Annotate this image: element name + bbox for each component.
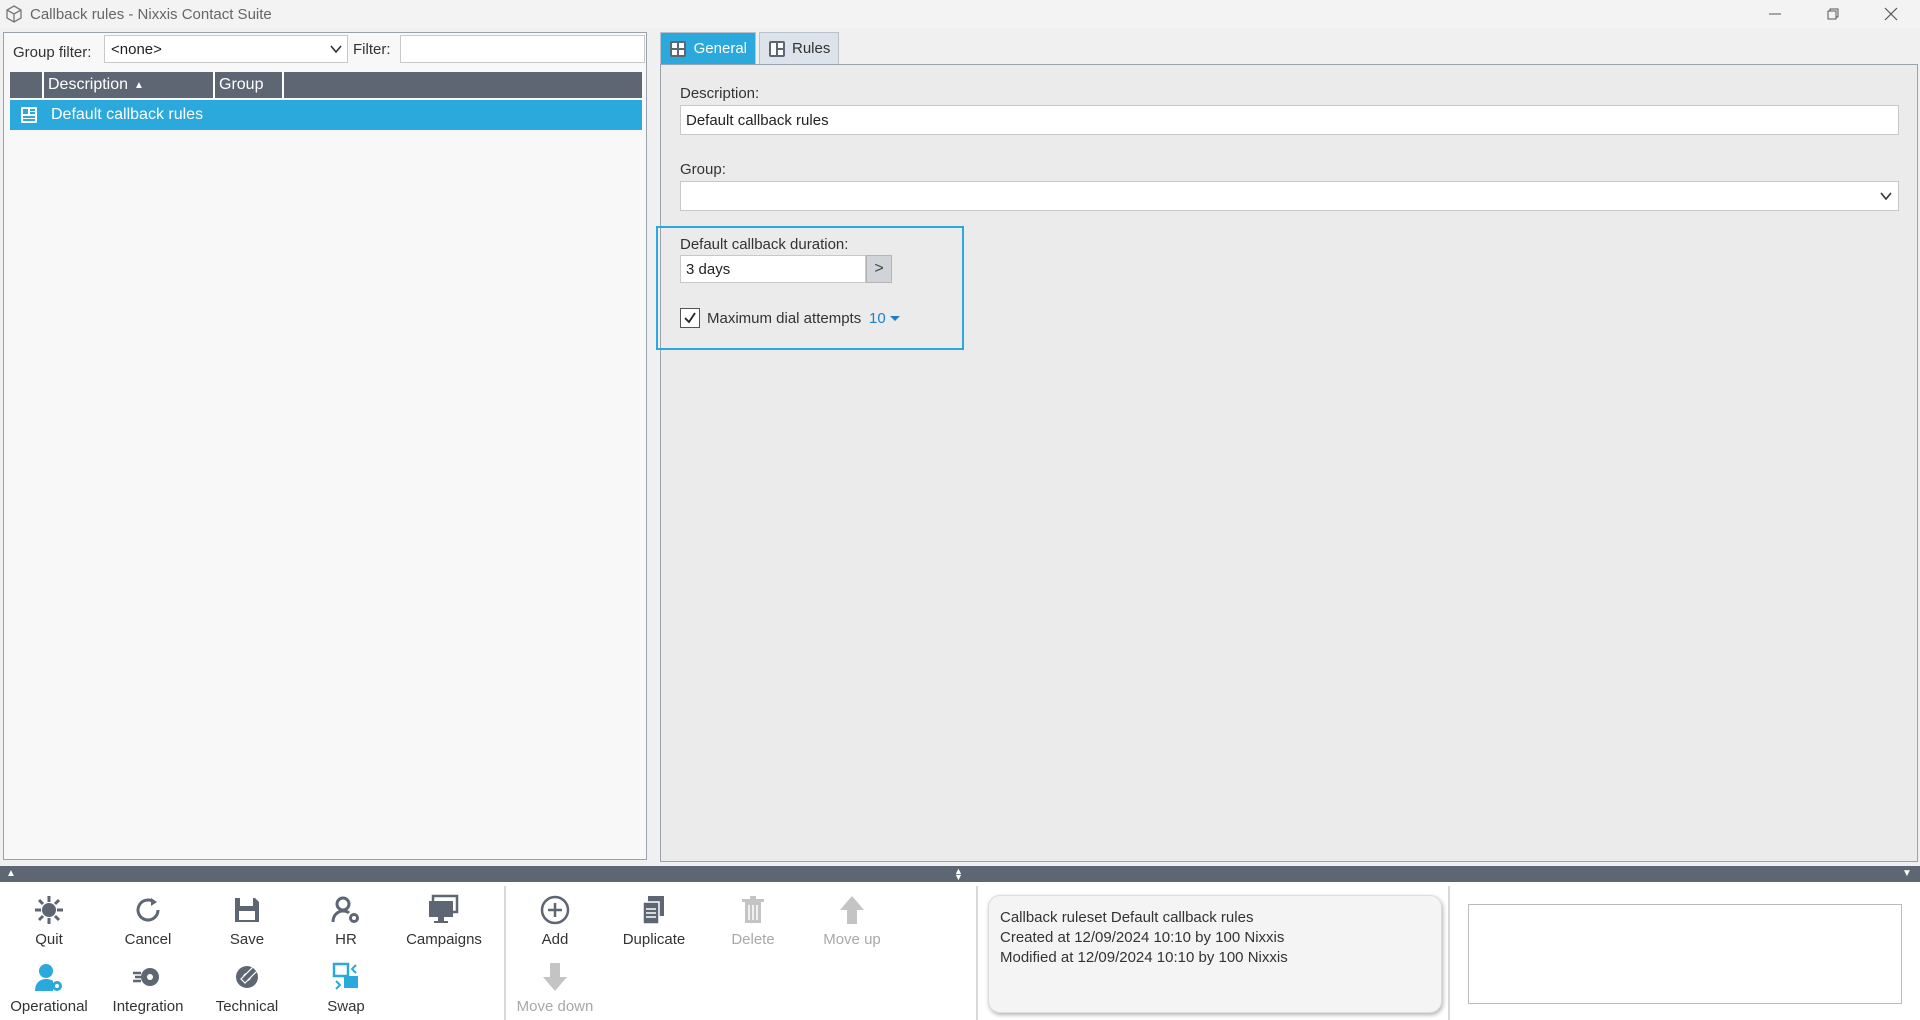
max-dial-attempts-dropdown[interactable]: 10 (869, 310, 900, 327)
tab-general-label: General (693, 40, 747, 57)
chevron-down-icon[interactable] (327, 40, 345, 58)
swap-icon (328, 959, 364, 994)
caret-down-icon (889, 316, 900, 321)
delete-button[interactable]: Delete (705, 884, 801, 948)
collapse-down-icon[interactable]: ▼ (1902, 868, 1912, 879)
quit-button[interactable]: Quit (1, 884, 97, 948)
restore-icon (1827, 8, 1839, 20)
max-dial-attempts-checkbox[interactable] (680, 308, 700, 328)
group-select[interactable] (680, 181, 1899, 211)
sort-ascending-icon: ▲ (134, 79, 144, 91)
swap-button[interactable]: Swap (298, 951, 394, 1015)
cancel-button[interactable]: Cancel (100, 884, 196, 948)
monitors-icon (426, 892, 462, 927)
table-row[interactable]: Default callback rules (10, 100, 642, 130)
wrench-gear-icon (229, 959, 265, 994)
duplicate-icon (636, 892, 672, 927)
operational-button[interactable]: Operational (1, 951, 97, 1015)
group-filter-label: Group filter: (13, 43, 92, 61)
tab-rules-label: Rules (792, 40, 831, 57)
integration-button[interactable]: Integration (100, 951, 196, 1015)
app-cube-icon (4, 4, 24, 24)
campaigns-button[interactable]: Campaigns (396, 884, 492, 948)
trash-icon (735, 892, 771, 927)
save-button[interactable]: Save (199, 884, 295, 948)
group-label: Group: (680, 161, 726, 178)
grid-header: Description ▲ Group (10, 72, 642, 98)
callback-rules-list-panel: Group filter: <none> Filter: Description… (3, 32, 647, 860)
info-modified: Modified at 12/09/2024 10:10 by 100 Nixx… (1000, 949, 1288, 966)
general-tab-panel: Description: Default callback rules Grou… (656, 64, 1918, 862)
minimize-icon (1769, 13, 1781, 15)
gear-arrows-icon (130, 959, 166, 994)
tab-rules[interactable]: Rules (759, 32, 839, 64)
description-field[interactable]: Default callback rules (680, 105, 1899, 135)
max-dial-attempts-value: 10 (869, 310, 886, 327)
general-tab-icon (669, 39, 688, 59)
rules-tab-icon (768, 39, 786, 59)
callback-duration-label: Default callback duration: (680, 236, 849, 253)
arrow-up-icon (834, 892, 870, 927)
floppy-disk-icon (229, 892, 265, 927)
close-button[interactable] (1862, 0, 1920, 28)
minimize-button[interactable] (1746, 0, 1804, 28)
technical-button[interactable]: Technical (199, 951, 295, 1015)
toolbar-separator (504, 886, 506, 1020)
description-label: Description: (680, 85, 760, 102)
duration-picker-button[interactable]: > (866, 255, 892, 283)
group-filter-value: <none> (111, 40, 162, 58)
column-header-icon[interactable] (10, 72, 44, 98)
move-down-button[interactable]: Move down (507, 951, 603, 1015)
toolbar-separator (976, 886, 978, 1020)
tab-general[interactable]: General (660, 32, 756, 64)
notes-box (1468, 904, 1902, 1004)
ruleset-icon (19, 105, 39, 125)
info-created: Created at 12/09/2024 10:10 by 100 Nixxi… (1000, 929, 1285, 946)
max-dial-attempts-label: Maximum dial attempts (707, 310, 862, 327)
info-title: Callback ruleset Default callback rules (1000, 909, 1254, 926)
add-button[interactable]: Add (507, 884, 603, 948)
column-header-group[interactable]: Group (215, 72, 284, 98)
chevron-down-icon[interactable] (1876, 186, 1896, 206)
user-settings-icon (31, 959, 67, 994)
group-filter-select[interactable]: <none> (104, 35, 348, 63)
toolbar-separator (1448, 886, 1450, 1020)
resize-handle-icon[interactable]: ▲ ▼ (954, 867, 963, 882)
move-up-button[interactable]: Move up (804, 884, 900, 948)
user-gear-icon (328, 892, 364, 927)
quit-icon (31, 892, 67, 927)
window-title: Callback rules - Nixxis Contact Suite (30, 5, 272, 23)
duplicate-button[interactable]: Duplicate (606, 884, 702, 948)
add-circle-icon (537, 892, 573, 927)
row-description: Default callback rules (51, 106, 204, 123)
column-header-description[interactable]: Description ▲ (44, 72, 215, 98)
record-info-box: Callback ruleset Default callback rules … (988, 895, 1442, 1013)
restore-button[interactable] (1804, 0, 1862, 28)
collapse-up-icon[interactable]: ▲ (6, 868, 16, 879)
arrow-down-icon (537, 959, 573, 994)
checkmark-icon (684, 312, 696, 324)
panel-splitter[interactable]: ▲ ▲ ▼ ▼ (0, 866, 1920, 882)
column-header-filler (284, 72, 642, 98)
title-bar: Callback rules - Nixxis Contact Suite (0, 0, 1920, 28)
tab-bar: General Rules (660, 32, 839, 64)
callback-duration-field[interactable]: 3 days (680, 255, 866, 283)
hr-button[interactable]: HR (298, 884, 394, 948)
filter-input[interactable] (400, 35, 645, 63)
close-icon (1884, 7, 1898, 21)
refresh-icon (130, 892, 166, 927)
filter-label: Filter: (353, 41, 391, 58)
